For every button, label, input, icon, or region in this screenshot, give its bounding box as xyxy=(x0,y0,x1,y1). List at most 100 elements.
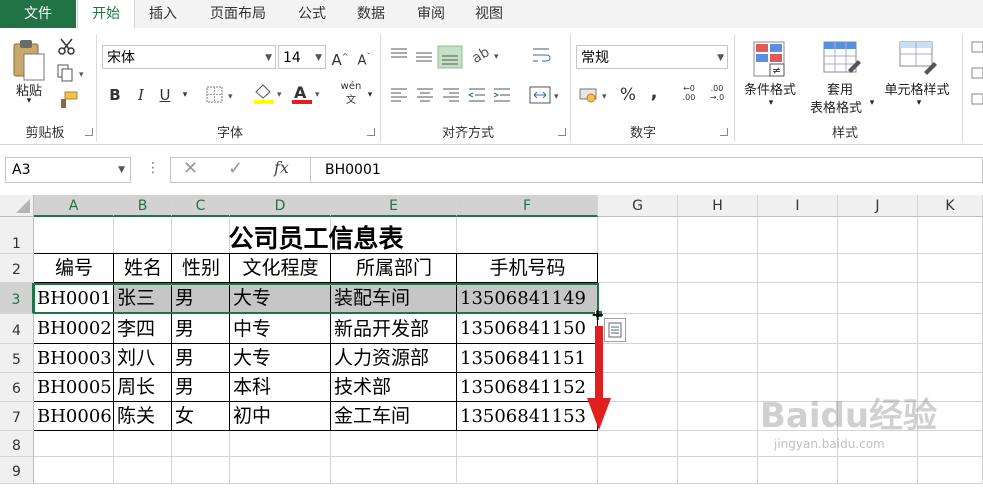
table-cell[interactable]: 新品开发部 xyxy=(331,314,456,344)
row-header-3[interactable]: 3 xyxy=(0,283,34,314)
cut-icon[interactable] xyxy=(57,38,77,56)
row-header-8[interactable]: 8 xyxy=(0,431,34,457)
font-size-combo[interactable]: 14 ▼ xyxy=(278,45,326,69)
table-cell[interactable]: 男 xyxy=(172,314,229,344)
column-header-C[interactable]: C xyxy=(172,195,230,217)
column-header-H[interactable]: H xyxy=(678,195,758,217)
row-header-6[interactable]: 6 xyxy=(0,373,34,402)
row-header-9[interactable]: 9 xyxy=(0,457,34,484)
table-cell[interactable]: 金工车间 xyxy=(331,402,456,431)
clipboard-launcher-icon[interactable] xyxy=(85,128,93,136)
column-header-A[interactable]: A xyxy=(34,195,114,217)
tab-page-layout[interactable]: 页面布局 xyxy=(198,0,278,28)
table-cell[interactable]: BH0003 xyxy=(34,344,113,373)
table-cell[interactable]: BH0002 xyxy=(34,314,113,344)
column-header-J[interactable]: J xyxy=(838,195,918,217)
phonetic-guide-icon[interactable]: wén 文 xyxy=(340,80,362,108)
table-cell[interactable]: 初中 xyxy=(230,402,330,431)
table-cell[interactable]: 13506841152 xyxy=(457,373,597,402)
header-cell[interactable]: 编号 xyxy=(34,254,114,283)
table-cell[interactable]: 13506841150 xyxy=(457,314,597,344)
table-cell[interactable]: 本科 xyxy=(230,373,330,402)
row-header-5[interactable]: 5 xyxy=(0,344,34,373)
cells-group-icons-partial[interactable] xyxy=(970,40,983,120)
table-cell[interactable]: 李四 xyxy=(114,314,171,344)
table-cell[interactable]: 大专 xyxy=(230,283,330,314)
font-color-icon[interactable]: A ▾ xyxy=(290,82,324,106)
format-as-table-label-2[interactable]: 表格格式 xyxy=(804,97,868,116)
bold-button[interactable]: B xyxy=(106,84,124,106)
row-header-1[interactable]: 1 xyxy=(0,217,34,254)
table-cell[interactable]: 女 xyxy=(172,402,229,431)
row-header-2[interactable]: 2 xyxy=(0,254,34,283)
column-header-K[interactable]: K xyxy=(918,195,983,217)
conditional-formatting-icon[interactable]: ≠ xyxy=(752,40,788,80)
enter-icon[interactable]: ✓ xyxy=(228,158,243,179)
comma-style-button[interactable]: , xyxy=(646,82,662,104)
table-cell[interactable]: 人力资源部 xyxy=(331,344,456,373)
table-cell[interactable]: 装配车间 xyxy=(331,283,456,314)
cell-styles-dropdown[interactable]: ▾ xyxy=(912,98,926,108)
table-cell[interactable]: 大专 xyxy=(230,344,330,373)
select-all-corner[interactable] xyxy=(0,195,34,217)
decrease-font-size-icon[interactable]: Aˇ xyxy=(354,46,374,72)
percent-style-button[interactable]: % xyxy=(618,84,638,106)
number-launcher-icon[interactable] xyxy=(720,128,728,136)
conditional-format-dropdown[interactable]: ▾ xyxy=(764,98,778,108)
accounting-format-icon[interactable]: ▾ xyxy=(578,84,612,106)
table-cell[interactable]: 13506841153 xyxy=(457,402,597,431)
tab-insert[interactable]: 插入 xyxy=(138,0,188,28)
paste-icon[interactable] xyxy=(12,38,46,82)
table-cell[interactable]: BH0006 xyxy=(34,402,113,431)
tab-view[interactable]: 视图 xyxy=(464,0,514,28)
table-cell[interactable]: 13506841149 xyxy=(457,283,597,314)
table-cell[interactable]: 男 xyxy=(172,283,229,314)
column-header-I[interactable]: I xyxy=(758,195,838,217)
cell-styles-icon[interactable] xyxy=(898,40,938,80)
sheet-title-cell[interactable]: 公司员工信息表 xyxy=(34,217,598,254)
increase-decimal-icon[interactable]: ←0.00 xyxy=(678,84,700,102)
underline-button[interactable]: U xyxy=(156,84,174,106)
table-cell[interactable]: BH0005 xyxy=(34,373,113,402)
font-launcher-icon[interactable] xyxy=(367,128,375,136)
conditional-format-label[interactable]: 条件格式 xyxy=(738,79,802,98)
header-cell[interactable]: 性别 xyxy=(172,254,230,283)
format-as-table-icon[interactable] xyxy=(822,40,862,80)
tab-file[interactable]: 文件 xyxy=(0,0,76,28)
copy-icon[interactable]: ▾ xyxy=(57,64,89,82)
name-box[interactable]: A3 ▼ xyxy=(5,157,131,183)
table-cell[interactable]: 陈关 xyxy=(114,402,171,431)
merge-center-icon[interactable]: ▾ xyxy=(528,84,564,106)
fill-color-icon[interactable]: ▾ xyxy=(252,82,286,106)
table-cell[interactable]: 张三 xyxy=(114,283,171,314)
column-header-E[interactable]: E xyxy=(331,195,457,217)
formula-input[interactable]: BH0001 xyxy=(310,157,983,183)
table-cell[interactable]: 男 xyxy=(172,344,229,373)
header-cell[interactable]: 文化程度 xyxy=(230,254,331,283)
row-header-4[interactable]: 4 xyxy=(0,314,34,344)
increase-font-size-icon[interactable]: A^ xyxy=(330,46,350,71)
format-as-table-label-1[interactable]: 套用 xyxy=(812,79,868,98)
header-cell[interactable]: 所属部门 xyxy=(331,254,457,283)
row-header-7[interactable]: 7 xyxy=(0,402,34,431)
table-cell[interactable]: 刘八 xyxy=(114,344,171,373)
table-cell[interactable]: 中专 xyxy=(230,314,330,344)
table-cell[interactable]: 技术部 xyxy=(331,373,456,402)
number-format-combo[interactable]: 常规 ▼ xyxy=(576,45,728,69)
font-name-combo[interactable]: 宋体 ▼ xyxy=(102,45,276,69)
header-cell[interactable]: 手机号码 xyxy=(457,254,598,283)
italic-button[interactable]: I xyxy=(132,84,150,106)
column-header-G[interactable]: G xyxy=(598,195,678,217)
tab-review[interactable]: 审阅 xyxy=(406,0,456,28)
column-header-F[interactable]: F xyxy=(457,195,598,217)
tab-formulas[interactable]: 公式 xyxy=(288,0,336,28)
cell-styles-label[interactable]: 单元格样式 xyxy=(878,79,956,98)
format-as-table-dropdown[interactable]: ▾ xyxy=(866,98,878,108)
insert-function-icon[interactable]: fx xyxy=(274,158,289,177)
table-cell[interactable]: 男 xyxy=(172,373,229,402)
borders-icon[interactable]: ▾ xyxy=(206,86,238,104)
tab-data[interactable]: 数据 xyxy=(346,0,396,28)
cancel-icon[interactable]: ✕ xyxy=(183,158,198,179)
table-cell[interactable]: 周长 xyxy=(114,373,171,402)
phonetic-dropdown-icon[interactable]: ▾ xyxy=(364,84,376,106)
